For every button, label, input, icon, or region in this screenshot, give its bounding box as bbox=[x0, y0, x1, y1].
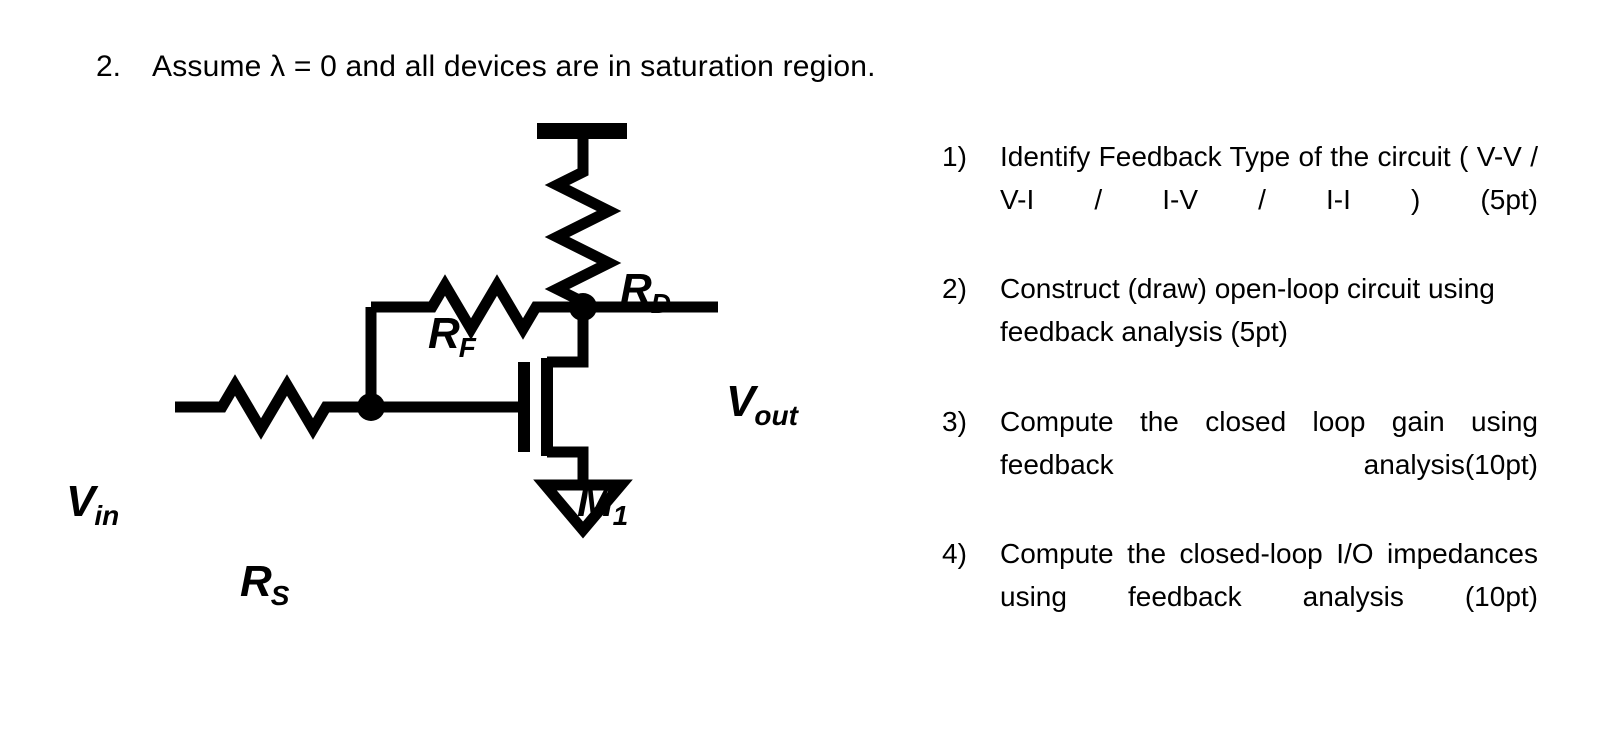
resistor-rs bbox=[215, 374, 335, 440]
task-marker-4: 4) bbox=[942, 538, 967, 570]
task-list: 1) Identify Feedback Type of the circuit… bbox=[938, 136, 1538, 666]
input-node-dot bbox=[357, 393, 385, 421]
label-vout-sub: out bbox=[754, 400, 798, 431]
task-marker-1: 1) bbox=[942, 141, 967, 172]
label-vin: Vin bbox=[66, 477, 120, 530]
label-rs-main: R bbox=[240, 557, 272, 606]
task-marker-2: 2) bbox=[942, 273, 967, 305]
label-rd-sub: D bbox=[650, 288, 672, 319]
label-m1: M1 bbox=[577, 477, 629, 530]
label-rs: RS bbox=[240, 557, 290, 610]
label-vin-sub: in bbox=[94, 500, 120, 531]
label-m1-main: M bbox=[577, 477, 614, 526]
task-item-3: 3) Compute the closed loop gain using fe… bbox=[938, 401, 1538, 529]
task-text-1: Identify Feedback Type of the circuit ( … bbox=[1000, 141, 1538, 215]
label-rf-sub: F bbox=[458, 332, 476, 363]
label-vout-main: V bbox=[726, 377, 756, 426]
label-rf: RF bbox=[428, 309, 477, 362]
label-rs-sub: S bbox=[270, 580, 290, 611]
question-heading: 2. Assume λ = 0 and all devices are in s… bbox=[96, 48, 1096, 86]
task-item-1: 1) Identify Feedback Type of the circuit… bbox=[938, 136, 1538, 264]
label-rd-main: R bbox=[620, 265, 652, 314]
label-vin-main: V bbox=[66, 477, 96, 526]
label-vout: Vout bbox=[726, 377, 799, 430]
task-text-2: Construct (draw) open-loop circuit using… bbox=[1000, 273, 1495, 348]
label-rf-main: R bbox=[428, 309, 460, 358]
circuit-diagram: RD RF Vout M1 Vin RS bbox=[0, 100, 900, 610]
question-text: Assume λ = 0 and all devices are in satu… bbox=[152, 50, 876, 83]
resistor-rd bbox=[544, 165, 622, 307]
question-number: 2. bbox=[96, 50, 122, 83]
label-rd: RD bbox=[620, 265, 672, 318]
task-item-4: 4) Compute the closed-loop I/O impedance… bbox=[938, 533, 1538, 661]
task-marker-3: 3) bbox=[942, 405, 967, 437]
task-text-4: Compute the closed-loop I/O impedances u… bbox=[1000, 538, 1538, 613]
task-item-2: 2) Construct (draw) open-loop circuit us… bbox=[938, 268, 1538, 396]
output-node-dot bbox=[569, 293, 597, 321]
label-m1-sub: 1 bbox=[612, 500, 629, 531]
task-text-3: Compute the closed loop gain using feedb… bbox=[1000, 405, 1538, 480]
